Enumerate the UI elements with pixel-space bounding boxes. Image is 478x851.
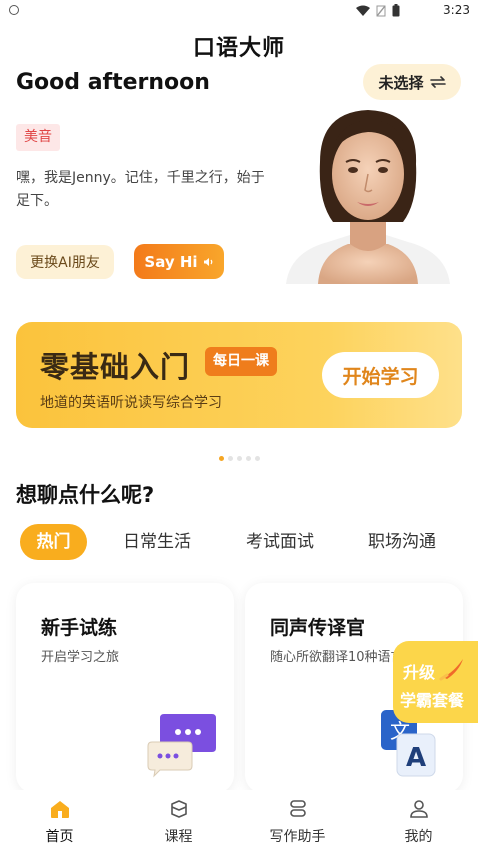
banner-subtitle: 地道的英语听说读写综合学习	[40, 395, 222, 411]
card-subtitle: 开启学习之旅	[41, 650, 120, 665]
carousel-indicator	[0, 456, 478, 461]
tutor-intro: 嘿，我是Jenny。记住，千里之行，始于足下。	[16, 170, 265, 209]
card-title: 新手试练	[41, 617, 118, 639]
wifi-icon	[356, 5, 370, 16]
status-icons	[356, 4, 400, 17]
nav-writing[interactable]: 写作助手	[238, 798, 357, 846]
battery-icon	[392, 4, 400, 17]
daily-lesson-tag: 每日一课	[205, 347, 277, 376]
carousel-dot	[254, 456, 260, 461]
topics-title: 想聊点什么呢?	[16, 483, 155, 507]
card-subtitle: 随心所欲翻译10种语言	[270, 650, 404, 665]
change-ai-friend-button[interactable]: 更换AI朋友	[16, 245, 114, 279]
tutor-avatar	[278, 102, 458, 284]
course-banner[interactable]: 零基础入门 每日一课 地道的英语听说读写综合学习 开始学习	[16, 322, 462, 428]
nav-home[interactable]: 首页	[0, 798, 119, 846]
home-icon	[50, 801, 69, 818]
tab-workplace[interactable]: 职场沟通	[368, 524, 436, 560]
carousel-dot	[218, 456, 224, 461]
bottom-nav: 首页 课程 写作助手 我的	[0, 790, 478, 851]
nav-writing-label: 写作助手	[269, 829, 326, 845]
carousel-dot	[236, 456, 242, 461]
nav-course-label: 课程	[164, 829, 193, 845]
profile-icon	[409, 800, 428, 818]
carousel-dot	[245, 456, 251, 461]
start-learning-button[interactable]: 开始学习	[322, 352, 439, 398]
role-selector-label: 未选择	[378, 73, 424, 92]
tab-exam-interview[interactable]: 考试面试	[246, 524, 314, 560]
carousel-dot	[227, 456, 233, 461]
upgrade-plan-label: 学霸套餐	[400, 691, 465, 710]
say-hi-label: Say Hi	[144, 252, 198, 271]
app-title: 口语大师	[192, 36, 285, 61]
upgrade-plan-button[interactable]: 升级 学霸套餐	[393, 641, 478, 723]
nav-course[interactable]: 课程	[119, 798, 238, 846]
no-signal-icon	[376, 5, 386, 16]
role-selector-button[interactable]: 未选择	[363, 64, 461, 100]
svg-text:A: A	[406, 743, 426, 773]
banner-title: 零基础入门	[40, 350, 191, 384]
accent-badge: 美音	[16, 124, 60, 151]
rocket-icon	[439, 659, 463, 681]
writing-icon	[289, 800, 306, 817]
say-hi-button[interactable]: Say Hi	[134, 244, 224, 279]
card-title: 同声传译官	[270, 617, 366, 639]
tab-hot[interactable]: 热门	[20, 524, 87, 560]
nav-profile[interactable]: 我的	[359, 798, 478, 846]
topic-tabs: 热门 日常生活 考试面试 职场沟通	[20, 524, 460, 560]
chat-bubbles-icon	[147, 714, 216, 778]
speaker-icon	[203, 257, 212, 266]
status-bar: 3:23	[0, 0, 478, 22]
greeting-text: Good afternoon	[16, 70, 210, 95]
swap-icon	[429, 76, 446, 88]
topic-card-beginner[interactable]: 新手试练 开启学习之旅	[16, 583, 234, 793]
tab-daily-life[interactable]: 日常生活	[123, 524, 191, 560]
nav-profile-label: 我的	[404, 829, 433, 845]
upgrade-label: 升级	[403, 663, 436, 682]
shield-icon	[9, 5, 19, 15]
course-icon	[170, 800, 187, 818]
status-time: 3:23	[443, 3, 470, 17]
nav-home-label: 首页	[45, 829, 74, 845]
